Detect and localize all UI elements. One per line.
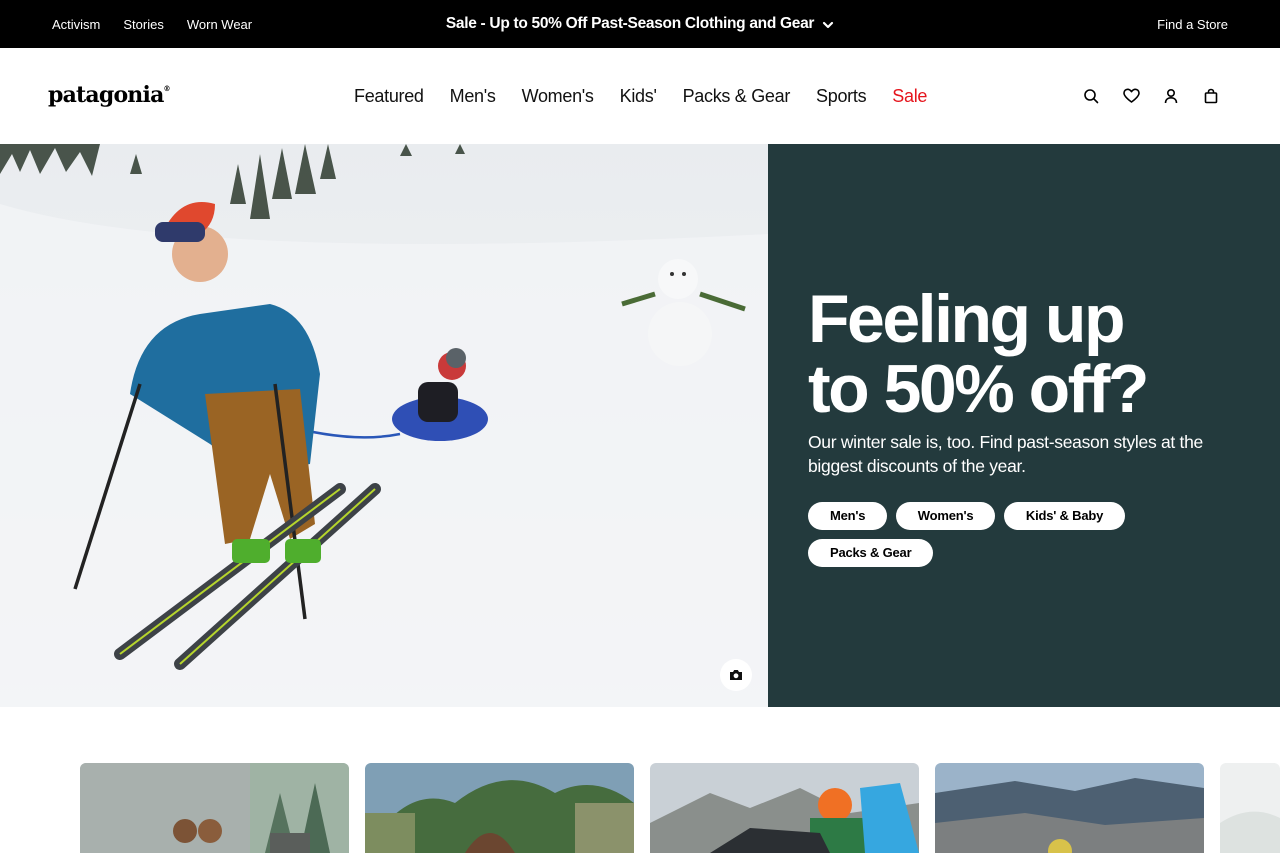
carousel-card[interactable] xyxy=(650,763,919,853)
packs-gear-button[interactable]: Packs & Gear xyxy=(808,539,934,567)
nav-sports[interactable]: Sports xyxy=(816,86,867,107)
header-icons xyxy=(1082,48,1220,144)
hero-panel: Feeling up to 50% off? Our winter sale i… xyxy=(768,144,1280,707)
nav-mens[interactable]: Men's xyxy=(450,86,496,107)
category-carousel xyxy=(0,763,1280,853)
find-store-link[interactable]: Find a Store xyxy=(1157,0,1228,48)
carousel-card[interactable] xyxy=(365,763,634,853)
hero-image xyxy=(0,144,768,707)
hero-subtitle: Our winter sale is, too. Find past-seaso… xyxy=(808,432,1203,476)
main-nav: Featured Men's Women's Kids' Packs & Gea… xyxy=(354,48,927,144)
hero-title: Feeling up to 50% off? xyxy=(808,284,1248,424)
registered-mark: ® xyxy=(163,84,171,93)
carousel-card[interactable] xyxy=(935,763,1204,853)
logo-text: patagonia xyxy=(48,82,164,108)
account-icon[interactable] xyxy=(1162,87,1180,105)
chevron-down-icon[interactable] xyxy=(822,18,834,30)
hero-category-buttons: Men's Women's Kids' & Baby Packs & Gear xyxy=(808,502,1208,576)
nav-sale[interactable]: Sale xyxy=(892,86,927,107)
camera-icon[interactable] xyxy=(720,659,752,691)
hero-title-line1: Feeling up xyxy=(808,281,1126,357)
carousel-card[interactable] xyxy=(80,763,349,853)
promo-banner[interactable]: Sale - Up to 50% Off Past-Season Clothin… xyxy=(0,0,1280,48)
nav-packs-gear[interactable]: Packs & Gear xyxy=(683,86,791,107)
womens-button[interactable]: Women's xyxy=(895,502,996,530)
hero-section: Feeling up to 50% off? Our winter sale i… xyxy=(0,144,1280,707)
carousel-card[interactable] xyxy=(1220,763,1280,853)
nav-featured[interactable]: Featured xyxy=(354,86,424,107)
mens-button[interactable]: Men's xyxy=(808,502,888,530)
nav-kids[interactable]: Kids' xyxy=(620,86,657,107)
bag-icon[interactable] xyxy=(1202,87,1220,105)
promo-text[interactable]: Sale - Up to 50% Off Past-Season Clothin… xyxy=(446,15,815,33)
patagonia-logo[interactable]: patagonia® xyxy=(48,82,171,108)
heart-icon[interactable] xyxy=(1122,87,1140,105)
search-icon[interactable] xyxy=(1082,87,1100,105)
hero-title-line2: to 50% off? xyxy=(808,351,1149,427)
site-header: patagonia® Featured Men's Women's Kids' … xyxy=(0,48,1280,144)
kids-baby-button[interactable]: Kids' & Baby xyxy=(1003,502,1126,530)
promo-bar: Activism Stories Worn Wear Sale - Up to … xyxy=(0,0,1280,48)
nav-womens[interactable]: Women's xyxy=(522,86,594,107)
